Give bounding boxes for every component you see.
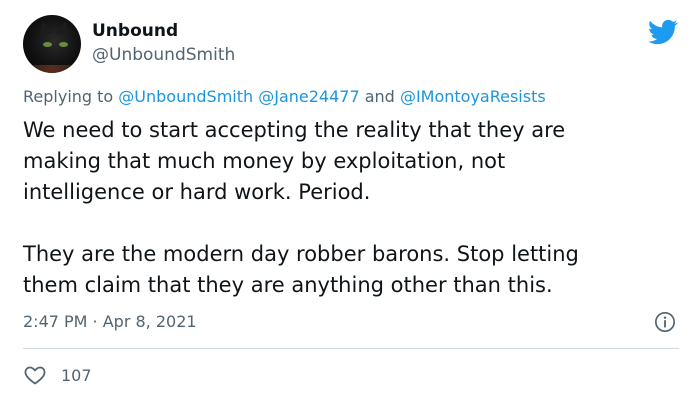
- tweet-line: intelligence or hard work. Period.: [23, 180, 371, 204]
- user-handle[interactable]: @UnboundSmith: [92, 45, 235, 65]
- mention-link[interactable]: @UnboundSmith: [118, 87, 253, 106]
- info-icon[interactable]: [654, 311, 676, 333]
- twitter-bird-icon[interactable]: [648, 17, 678, 47]
- tweet-line: them claim that they are anything other …: [23, 273, 553, 297]
- tweet-card: Unbound @UnboundSmith Replying to @Unbou…: [0, 0, 700, 402]
- divider: [23, 348, 679, 349]
- heart-icon[interactable]: [23, 363, 47, 387]
- tweet-timestamp[interactable]: 2:47 PM · Apr 8, 2021: [23, 312, 197, 331]
- display-name[interactable]: Unbound: [92, 21, 178, 41]
- tweet-line: They are the modern day robber barons. S…: [23, 242, 579, 266]
- tweet-line: We need to start accepting the reality t…: [23, 118, 566, 142]
- tweet-paragraph: We need to start accepting the reality t…: [23, 115, 683, 208]
- mention-link[interactable]: @Jane24477: [258, 87, 359, 106]
- tweet-paragraph: They are the modern day robber barons. S…: [23, 239, 683, 301]
- like-count: 107: [61, 365, 92, 385]
- like-button[interactable]: 107: [23, 363, 92, 387]
- avatar[interactable]: [23, 15, 81, 73]
- replying-prefix: Replying to: [23, 87, 114, 106]
- tweet-text: We need to start accepting the reality t…: [23, 115, 683, 301]
- replying-conjunction: and: [364, 87, 395, 106]
- replying-to: Replying to @UnboundSmith @Jane24477 and…: [23, 87, 546, 106]
- mention-link[interactable]: @IMontoyaResists: [400, 87, 546, 106]
- tweet-line: making that much money by exploitation, …: [23, 149, 506, 173]
